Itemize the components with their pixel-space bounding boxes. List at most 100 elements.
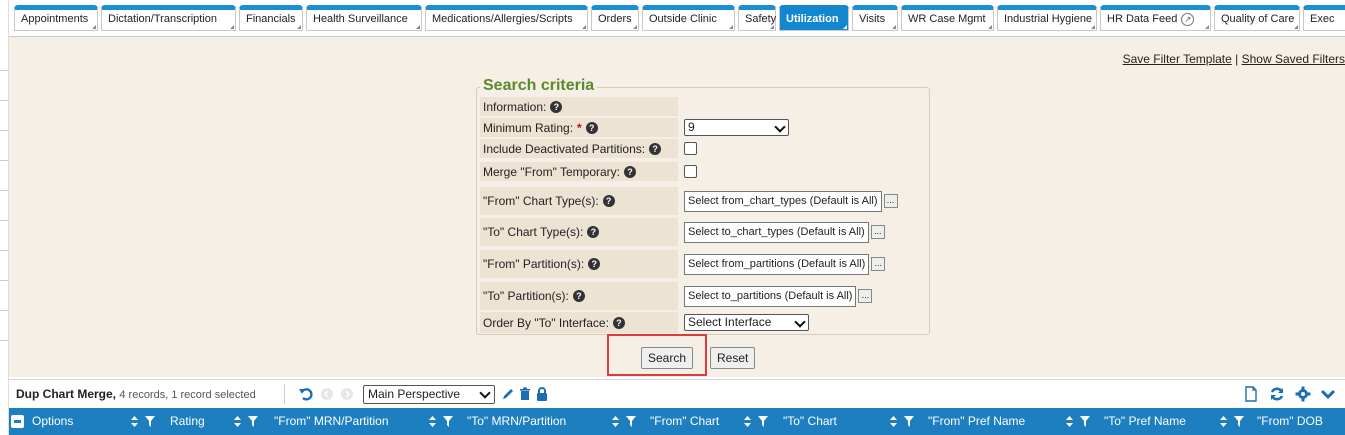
tab-appointments[interactable]: Appointments [14, 5, 98, 31]
lock-icon[interactable] [534, 386, 550, 402]
column-from-pref-name[interactable]: "From" Pref Name [924, 408, 1102, 435]
sort-icon[interactable] [234, 416, 241, 427]
tab-medications[interactable]: Medications/Allergies/Scripts [425, 5, 588, 31]
tab-label: Utilization [786, 13, 839, 25]
column-rating[interactable]: Rating [166, 408, 272, 435]
sort-icon[interactable] [131, 416, 138, 427]
column-options[interactable]: Options [28, 408, 168, 435]
help-icon[interactable]: ? [587, 226, 600, 238]
filter-icon[interactable] [145, 416, 155, 427]
search-criteria-legend: Search criteria [480, 77, 598, 95]
filter-links: Save Filter Template | Show Saved Filter… [1123, 52, 1345, 66]
tab-orders[interactable]: Orders [591, 5, 639, 31]
tab-outside-clinic[interactable]: Outside Clinic [642, 5, 735, 31]
column-label: "From" Chart [650, 414, 720, 428]
refresh-icon[interactable] [1269, 386, 1285, 402]
perspective-select[interactable]: Main Perspective [363, 385, 495, 404]
new-document-icon[interactable] [1243, 386, 1259, 402]
perspective-value: Main Perspective [368, 387, 461, 401]
tab-label: Industrial Hygiene [1004, 13, 1093, 25]
from-chart-types-row: "From" Chart Type(s):? Select from_chart… [480, 187, 928, 215]
column-to-pref-name[interactable]: "To" Pref Name [1100, 408, 1255, 435]
reset-button[interactable]: Reset [710, 347, 756, 369]
tab-hr-data-feed[interactable]: HR Data Feed ↗ [1100, 5, 1211, 31]
chevron-down-icon [774, 121, 786, 133]
merge-from-temporary-label: Merge "From" Temporary: [483, 164, 620, 179]
select-all-checkbox[interactable] [11, 415, 24, 428]
to-chart-types-browse-button[interactable]: ... [870, 225, 885, 239]
tab-visits[interactable]: Visits [852, 5, 898, 31]
to-partitions-picker[interactable]: Select to_partitions (Default is All) [684, 285, 857, 307]
sort-icon[interactable] [890, 416, 897, 427]
sort-icon[interactable] [612, 416, 619, 427]
filter-icon[interactable] [248, 416, 258, 427]
module-tab-bar: Appointments Dictation/Transcription Fin… [8, 0, 1345, 37]
minimum-rating-select[interactable]: 9 [684, 119, 789, 136]
external-link-icon[interactable]: ↗ [1181, 13, 1195, 26]
filter-icon[interactable] [1234, 416, 1244, 427]
order-by-row: Order By "To" Interface:? Select Interfa… [480, 312, 928, 333]
forward-icon[interactable] [339, 386, 355, 402]
back-icon[interactable] [319, 386, 335, 402]
save-filter-template-link[interactable]: Save Filter Template [1123, 52, 1232, 66]
tab-health-surveillance[interactable]: Health Surveillance [306, 5, 422, 31]
pencil-icon[interactable] [500, 386, 516, 402]
order-by-interface-select[interactable]: Select Interface [684, 314, 809, 331]
column-from-dob[interactable]: "From" DOB [1253, 408, 1345, 435]
from-partitions-browse-button[interactable]: ... [871, 257, 886, 271]
to-chart-types-row: "To" Chart Type(s):? Select to_chart_typ… [480, 218, 928, 246]
required-icon: * [577, 120, 582, 135]
help-icon[interactable]: ? [602, 195, 615, 207]
filter-icon[interactable] [904, 416, 914, 427]
help-icon[interactable]: ? [612, 316, 625, 329]
merge-from-temporary-checkbox[interactable] [684, 165, 697, 178]
sort-icon[interactable] [744, 416, 751, 427]
column-from-chart[interactable]: "From" Chart [646, 408, 781, 435]
help-icon[interactable]: ? [572, 290, 585, 302]
include-deactivated-row: Include Deactivated Partitions:? [480, 139, 928, 158]
from-partitions-picker[interactable]: Select from_partitions (Default is All) [684, 253, 870, 275]
tab-quality-of-care[interactable]: Quality of Care [1214, 5, 1300, 31]
filter-icon[interactable] [1080, 416, 1090, 427]
include-deactivated-checkbox[interactable] [684, 142, 697, 155]
from-chart-types-picker[interactable]: Select from_chart_types (Default is All) [684, 190, 882, 212]
tab-label: Medications/Allergies/Scripts [432, 13, 573, 25]
filter-icon[interactable] [758, 416, 768, 427]
filter-icon[interactable] [626, 416, 636, 427]
show-saved-filters-link[interactable]: Show Saved Filters [1242, 52, 1345, 66]
help-icon[interactable]: ? [624, 165, 636, 178]
tab-exec[interactable]: Exec [1303, 5, 1345, 31]
column-to-mrn-partition[interactable]: "To" MRN/Partition [463, 408, 648, 435]
column-label: "To" Chart [783, 414, 837, 428]
tab-industrial-hygiene[interactable]: Industrial Hygiene [997, 5, 1097, 31]
help-icon[interactable]: ? [585, 121, 598, 134]
tab-utilization[interactable]: Utilization [779, 5, 849, 31]
tab-label: WR Case Mgmt [908, 13, 986, 25]
merge-from-temporary-row: Merge "From" Temporary:? [480, 162, 928, 181]
column-label: "From" Pref Name [928, 414, 1026, 428]
chevron-down-icon[interactable] [1320, 386, 1336, 402]
grid-toolbar: Dup Chart Merge, 4 records, 1 record sel… [8, 379, 1345, 409]
help-icon[interactable]: ? [649, 142, 662, 155]
to-partitions-browse-button[interactable]: ... [858, 289, 873, 303]
help-icon[interactable]: ? [588, 258, 601, 270]
from-chart-types-browse-button[interactable]: ... [883, 194, 898, 208]
grid-title: Dup Chart Merge, 4 records, 1 record sel… [16, 387, 256, 401]
tab-dictation-transcription[interactable]: Dictation/Transcription [101, 5, 236, 31]
undo-icon[interactable] [298, 386, 314, 402]
sort-icon[interactable] [429, 416, 436, 427]
filter-icon[interactable] [443, 416, 453, 427]
tab-label: Health Surveillance [313, 13, 408, 25]
minimum-rating-value: 9 [688, 120, 695, 134]
column-to-chart[interactable]: "To" Chart [779, 408, 926, 435]
trash-icon[interactable] [517, 386, 533, 402]
help-icon[interactable]: ? [550, 100, 563, 113]
tab-wr-case-mgmt[interactable]: WR Case Mgmt [901, 5, 994, 31]
column-from-mrn-partition[interactable]: "From" MRN/Partition [270, 408, 465, 435]
tab-safety[interactable]: Safety [738, 5, 776, 31]
sort-icon[interactable] [1220, 416, 1227, 427]
to-chart-types-picker[interactable]: Select to_chart_types (Default is All) [684, 221, 869, 243]
gear-icon[interactable] [1295, 386, 1311, 402]
tab-financials[interactable]: Financials [239, 5, 303, 31]
sort-icon[interactable] [1066, 416, 1073, 427]
